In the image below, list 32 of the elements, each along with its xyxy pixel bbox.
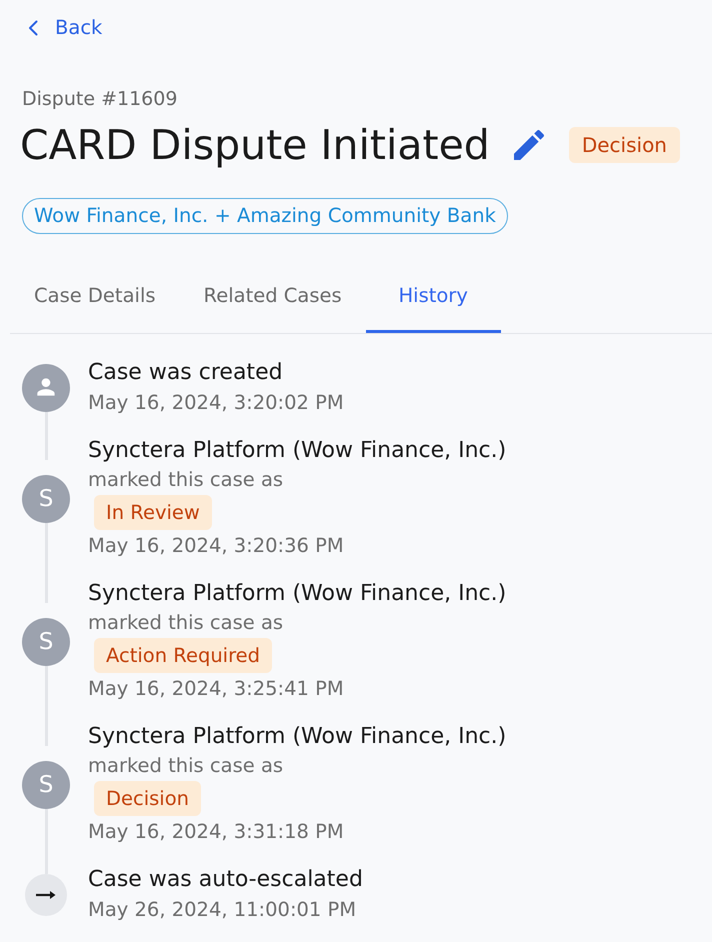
status-badge: Action Required xyxy=(94,638,272,673)
person-avatar-icon xyxy=(22,364,70,412)
parties-chip: Wow Finance, Inc. + Amazing Community Bank xyxy=(22,198,508,234)
status-badge: Decision xyxy=(94,781,202,816)
arrow-right-icon xyxy=(25,874,67,916)
action-text: marked this case as xyxy=(88,610,284,636)
action-text: marked this case as xyxy=(88,467,284,493)
page-title: CARD Dispute Initiated xyxy=(20,121,490,169)
actor-name-text: Synctera Platform (Wow Finance, Inc.) xyxy=(88,723,506,751)
timestamp-text: May 16, 2024, 3:20:02 PM xyxy=(88,390,344,416)
status-badge: Decision xyxy=(568,127,680,163)
edit-button[interactable] xyxy=(514,130,544,160)
case-number-text: Dispute #11609 xyxy=(22,87,178,111)
pencil-icon xyxy=(514,130,544,160)
action-text: marked this case as xyxy=(88,753,284,779)
back-link[interactable]: Back xyxy=(28,16,102,40)
timestamp-text: May 16, 2024, 3:31:18 PM xyxy=(88,819,344,845)
history-event-text: Case was auto-escalated xyxy=(88,866,363,894)
timestamp-text: May 26, 2024, 11:00:01 PM xyxy=(88,897,356,923)
tab[interactable]: History xyxy=(366,272,501,333)
initial-avatar: S xyxy=(22,474,70,522)
tab[interactable]: Related Cases xyxy=(180,272,366,333)
timestamp-text: May 16, 2024, 3:20:36 PM xyxy=(88,533,344,559)
initial-avatar: S xyxy=(22,760,70,808)
history-event-text: Case was created xyxy=(88,359,283,387)
chevron-left-icon xyxy=(28,20,38,36)
timestamp-text: May 16, 2024, 3:25:41 PM xyxy=(88,676,344,702)
actor-name-text: Synctera Platform (Wow Finance, Inc.) xyxy=(88,580,506,608)
initial-avatar: S xyxy=(22,618,70,666)
actor-name-text: Synctera Platform (Wow Finance, Inc.) xyxy=(88,437,506,465)
status-badge: In Review xyxy=(94,495,212,530)
tab[interactable]: Case Details xyxy=(10,272,180,333)
